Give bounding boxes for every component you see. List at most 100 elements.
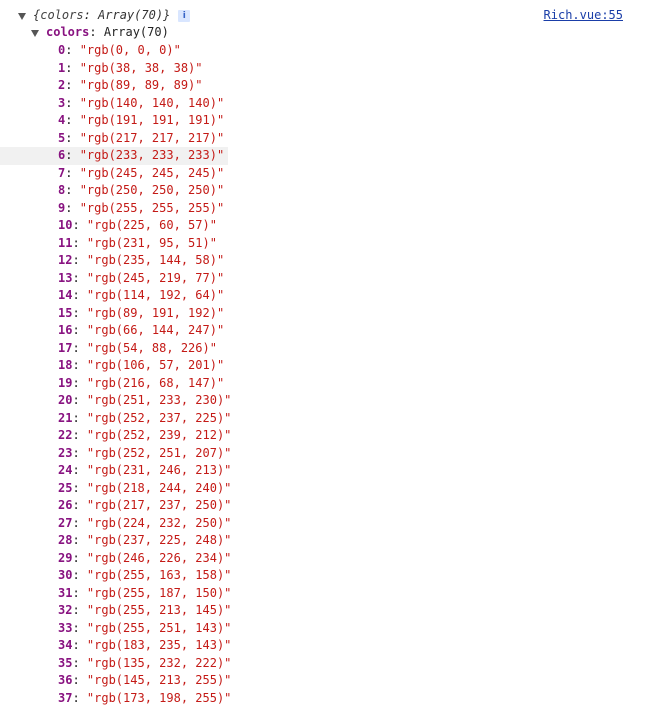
console-output: {colors: Array(70)} i Rich.vue:55 colors:… xyxy=(0,0,657,706)
array-item-row[interactable]: 24: "rgb(231, 246, 213)" xyxy=(0,462,231,480)
colors-property-row[interactable]: colors: Array(70) xyxy=(30,24,169,41)
array-item-index: 30 xyxy=(58,568,73,582)
array-item-index: 18 xyxy=(58,358,73,372)
array-item-value: "rgb(245, 245, 245)" xyxy=(79,165,225,180)
array-item-row[interactable]: 18: "rgb(106, 57, 201)" xyxy=(0,357,228,375)
array-item-value: "rgb(237, 225, 248)" xyxy=(86,533,232,547)
source-link[interactable]: Rich.vue:55 xyxy=(544,7,623,24)
array-item-value: "rgb(140, 140, 140)" xyxy=(79,95,225,110)
array-item-value: "rgb(217, 237, 250)" xyxy=(86,498,232,512)
expand-arrow-icon[interactable] xyxy=(17,11,27,21)
array-item-row[interactable]: 29: "rgb(246, 226, 234)" xyxy=(0,550,231,568)
array-item-index: 10 xyxy=(58,218,73,232)
array-item-index: 35 xyxy=(58,655,73,670)
array-item-value: "rgb(216, 68, 147)" xyxy=(86,375,225,390)
array-item-row[interactable]: 15: "rgb(89, 191, 192)" xyxy=(0,305,228,323)
array-item-value: "rgb(233, 233, 233)" xyxy=(79,148,225,162)
array-item-index: 12 xyxy=(58,253,73,267)
array-item-row[interactable]: 27: "rgb(224, 232, 250)" xyxy=(0,515,231,533)
array-item-row[interactable]: 20: "rgb(251, 233, 230)" xyxy=(0,392,231,410)
array-item-row[interactable]: 14: "rgb(114, 192, 64)" xyxy=(0,287,228,305)
array-item-value: "rgb(255, 251, 143)" xyxy=(86,620,232,635)
array-item-value: "rgb(255, 213, 145)" xyxy=(86,603,232,617)
array-item-value: "rgb(106, 57, 201)" xyxy=(86,358,225,372)
array-item-row[interactable]: 10: "rgb(225, 60, 57)" xyxy=(0,217,228,235)
array-item-value: "rgb(255, 187, 150)" xyxy=(86,585,232,600)
array-item-index: 13 xyxy=(58,270,73,285)
array-item-value: "rgb(252, 251, 207)" xyxy=(86,445,232,460)
object-summary-row[interactable]: {colors: Array(70)} i xyxy=(17,7,191,24)
array-item-row[interactable]: 17: "rgb(54, 88, 226)" xyxy=(0,340,228,358)
array-item-row[interactable]: 4: "rgb(191, 191, 191)" xyxy=(0,112,228,130)
array-item-row[interactable]: 22: "rgb(252, 239, 212)" xyxy=(0,427,231,445)
array-item-value: "rgb(173, 198, 255)" xyxy=(86,690,232,705)
array-item-value: "rgb(255, 255, 255)" xyxy=(79,200,225,215)
array-item-index: 27 xyxy=(58,515,73,530)
array-item-row[interactable]: 31: "rgb(255, 187, 150)" xyxy=(0,585,231,603)
array-item-index: 11 xyxy=(58,235,73,250)
object-preview: {colors: Array(70)} xyxy=(33,8,171,22)
array-item-row[interactable]: 6: "rgb(233, 233, 233)" xyxy=(0,147,228,165)
array-item-value: "rgb(114, 192, 64)" xyxy=(86,288,225,302)
array-item-row[interactable]: 23: "rgb(252, 251, 207)" xyxy=(0,445,231,463)
array-item-row[interactable]: 5: "rgb(217, 217, 217)" xyxy=(0,130,228,148)
array-item-row[interactable]: 1: "rgb(38, 38, 38)" xyxy=(0,60,228,78)
array-item-row[interactable]: 0: "rgb(0, 0, 0)" xyxy=(0,42,228,60)
array-item-value: "rgb(191, 191, 191)" xyxy=(79,113,225,127)
array-item-row[interactable]: 12: "rgb(235, 144, 58)" xyxy=(0,252,228,270)
array-item-value: "rgb(54, 88, 226)" xyxy=(86,340,217,355)
array-item-row[interactable]: 2: "rgb(89, 89, 89)" xyxy=(0,77,228,95)
array-item-index: 32 xyxy=(58,603,73,617)
array-item-row[interactable]: 28: "rgb(237, 225, 248)" xyxy=(0,532,231,550)
array-item-row[interactable]: 34: "rgb(183, 235, 143)" xyxy=(0,637,231,655)
array-item-value: "rgb(89, 191, 192)" xyxy=(86,305,225,320)
array-item-value: "rgb(252, 237, 225)" xyxy=(86,410,232,425)
array-item-index: 15 xyxy=(58,305,73,320)
array-item-row[interactable]: 32: "rgb(255, 213, 145)" xyxy=(0,602,231,620)
array-item-row[interactable]: 30: "rgb(255, 163, 158)" xyxy=(0,567,231,585)
array-item-row[interactable]: 9: "rgb(255, 255, 255)" xyxy=(0,200,228,218)
preview-key: colors xyxy=(40,8,84,22)
array-item-row[interactable]: 8: "rgb(250, 250, 250)" xyxy=(0,182,228,200)
array-item-index: 19 xyxy=(58,375,73,390)
array-item-index: 31 xyxy=(58,585,73,600)
info-icon[interactable]: i xyxy=(178,9,191,22)
preview-type: Array(70) xyxy=(98,8,164,22)
array-item-value: "rgb(218, 244, 240)" xyxy=(86,480,232,495)
array-item-row[interactable]: 26: "rgb(217, 237, 250)" xyxy=(0,497,231,515)
array-item-index: 25 xyxy=(58,480,73,495)
array-item-value: "rgb(246, 226, 234)" xyxy=(86,550,232,565)
array-item-row[interactable]: 25: "rgb(218, 244, 240)" xyxy=(0,480,231,498)
array-item-row[interactable]: 37: "rgb(173, 198, 255)" xyxy=(0,690,231,706)
array-item-index: 23 xyxy=(58,445,73,460)
array-item-value: "rgb(255, 163, 158)" xyxy=(86,568,232,582)
array-item-value: "rgb(224, 232, 250)" xyxy=(86,515,232,530)
property-key: colors xyxy=(46,25,90,39)
array-item-row[interactable]: 21: "rgb(252, 237, 225)" xyxy=(0,410,231,428)
array-item-value: "rgb(66, 144, 247)" xyxy=(86,323,225,337)
array-item-value: "rgb(231, 246, 213)" xyxy=(86,463,232,477)
array-item-value: "rgb(145, 213, 255)" xyxy=(86,673,232,687)
array-item-index: 29 xyxy=(58,550,73,565)
array-item-row[interactable]: 3: "rgb(140, 140, 140)" xyxy=(0,95,228,113)
expand-arrow-icon[interactable] xyxy=(30,28,40,38)
array-item-value: "rgb(231, 95, 51)" xyxy=(86,235,217,250)
array-item-value: "rgb(135, 232, 222)" xyxy=(86,655,232,670)
array-item-index: 37 xyxy=(58,690,73,705)
array-item-row[interactable]: 16: "rgb(66, 144, 247)" xyxy=(0,322,228,340)
array-item-row[interactable]: 36: "rgb(145, 213, 255)" xyxy=(0,672,231,690)
array-item-row[interactable]: 11: "rgb(231, 95, 51)" xyxy=(0,235,228,253)
array-item-index: 14 xyxy=(58,288,73,302)
array-item-value: "rgb(217, 217, 217)" xyxy=(79,130,225,145)
array-item-value: "rgb(183, 235, 143)" xyxy=(86,638,232,652)
array-item-index: 24 xyxy=(58,463,73,477)
array-item-row[interactable]: 33: "rgb(255, 251, 143)" xyxy=(0,620,231,638)
array-item-value: "rgb(235, 144, 58)" xyxy=(86,253,225,267)
array-item-row[interactable]: 13: "rgb(245, 219, 77)" xyxy=(0,270,228,288)
array-item-row[interactable]: 19: "rgb(216, 68, 147)" xyxy=(0,375,228,393)
array-item-row[interactable]: 35: "rgb(135, 232, 222)" xyxy=(0,655,231,673)
array-item-row[interactable]: 7: "rgb(245, 245, 245)" xyxy=(0,165,228,183)
array-item-value: "rgb(89, 89, 89)" xyxy=(79,78,203,92)
array-item-value: "rgb(38, 38, 38)" xyxy=(79,60,203,75)
array-items: 0: "rgb(0, 0, 0)" 1: "rgb(38, 38, 38)" 2: … xyxy=(0,42,657,706)
